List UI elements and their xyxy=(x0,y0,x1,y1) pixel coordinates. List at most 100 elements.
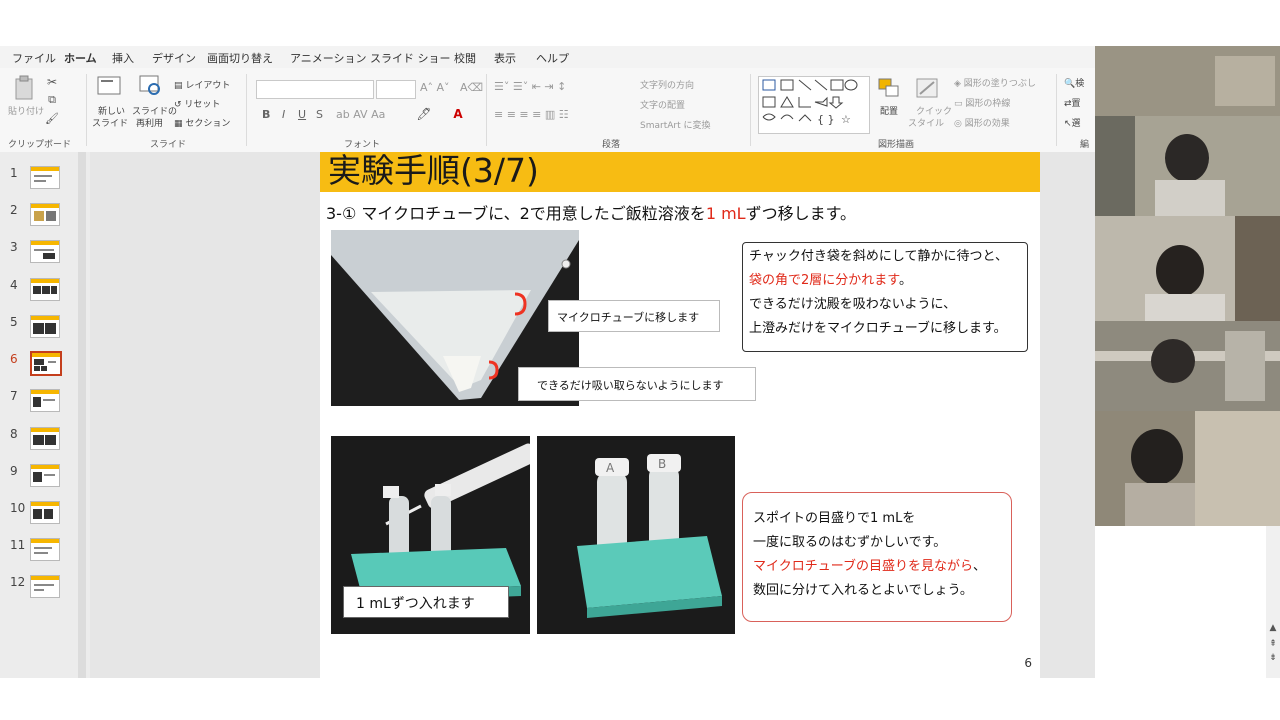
font-spacing-icon[interactable]: ab AV Aa xyxy=(336,108,385,121)
quick-styles-icon[interactable] xyxy=(914,76,940,100)
svg-text:{ }: { } xyxy=(817,113,835,126)
tab-transitions[interactable]: 画面切り替え xyxy=(207,50,273,66)
tab-design[interactable]: デザイン xyxy=(152,50,196,66)
tab-slideshow[interactable]: スライド ショー xyxy=(370,50,451,66)
copy-icon[interactable]: ⧉ xyxy=(44,92,60,108)
paste-icon[interactable] xyxy=(10,74,40,102)
tab-insert[interactable]: 挿入 xyxy=(112,50,134,66)
shape-outline-button[interactable]: ▭ 図形の枠線 xyxy=(954,96,1010,109)
thumbnail-scrollbar[interactable] xyxy=(78,152,86,678)
layout-button[interactable]: ▤ レイアウト xyxy=(174,78,230,91)
align-text-button[interactable]: 文字の配置 xyxy=(640,98,685,111)
participant-video[interactable] xyxy=(1095,411,1280,526)
font-name-select[interactable] xyxy=(256,80,374,99)
find-button[interactable]: 🔍検 xyxy=(1064,76,1084,89)
clear-format-icon[interactable]: A⌫ xyxy=(460,81,483,94)
tab-home[interactable]: ホーム xyxy=(64,50,97,70)
reuse-slides-label-2[interactable]: 再利用 xyxy=(136,116,163,129)
slide-thumbnail[interactable] xyxy=(30,501,60,524)
group-divider xyxy=(750,74,751,146)
reset-button[interactable]: ↺ リセット xyxy=(174,97,220,110)
cut-icon[interactable]: ✂ xyxy=(44,74,60,90)
slide-thumbnail[interactable] xyxy=(30,166,60,189)
highlight-icon[interactable]: 🖊 xyxy=(414,106,434,122)
replace-button[interactable]: ⇄置 xyxy=(1064,96,1081,109)
shape-fill-button[interactable]: ◈ 図形の塗りつぶし xyxy=(954,76,1036,89)
text-direction-button[interactable]: 文字列の方向 xyxy=(640,78,694,91)
italic-button[interactable]: I xyxy=(282,108,285,121)
heading-text: 3-① マイクロチューブに、2で用意したご飯粒溶液を xyxy=(326,204,706,223)
tab-help[interactable]: ヘルプ xyxy=(536,50,569,66)
arrange-icon[interactable] xyxy=(876,76,902,100)
note-punctuation: 。 xyxy=(898,273,912,288)
underline-button[interactable]: U xyxy=(298,108,306,121)
thumbnail-number: 9 xyxy=(10,464,18,478)
slide-thumbnail[interactable] xyxy=(30,427,60,450)
participant-video[interactable] xyxy=(1095,46,1280,116)
next-slide-icon[interactable]: ⇟ xyxy=(1266,652,1280,664)
shapes-gallery[interactable]: { } ☆ xyxy=(758,76,870,134)
reset-label: リセット xyxy=(184,100,221,110)
slide-thumbnail[interactable] xyxy=(30,278,60,301)
tab-view[interactable]: 表示 xyxy=(494,50,516,66)
drawing-group-label: 図形描画 xyxy=(878,140,915,150)
prev-slide-icon[interactable]: ⇞ xyxy=(1266,638,1280,650)
slide-thumbnail[interactable] xyxy=(30,315,60,338)
font-size-select[interactable] xyxy=(376,80,416,99)
note-emphasis: マイクロチューブの目盛りを見ながら xyxy=(753,559,973,574)
select-button[interactable]: ↖選 xyxy=(1064,116,1081,129)
layout-label: レイアウト xyxy=(185,81,231,91)
note-line: マイクロチューブの目盛りを見ながら、 xyxy=(753,555,1001,579)
editor-scrollbar[interactable]: ▲ ⇞ ⇟ xyxy=(1266,526,1280,678)
format-painter-icon[interactable]: 🖌 xyxy=(44,110,60,126)
bullets-icon[interactable]: ☰˅ ☰˅ ⇤ ⇥ ↕ xyxy=(494,80,566,93)
thumbnail-number: 5 xyxy=(10,315,18,329)
participant-video[interactable] xyxy=(1095,216,1280,321)
callout-upper-text: マイクロチューブに移します xyxy=(557,311,700,324)
scroll-up-icon[interactable]: ▲ xyxy=(1266,622,1280,634)
video-participant-strip xyxy=(1095,46,1280,526)
photo-caption-text: 1 mLずつ入れます xyxy=(356,596,475,612)
ribbon-tab-bar: ファイル ホーム 挿入 デザイン 画面切り替え アニメーション スライド ショー… xyxy=(0,46,1095,70)
slide-thumbnail[interactable] xyxy=(30,464,60,487)
tab-animations[interactable]: アニメーション xyxy=(290,50,367,66)
svg-text:A: A xyxy=(606,461,615,475)
quick-styles-label-2[interactable]: スタイル xyxy=(908,116,944,129)
grow-font-icon[interactable]: A˄ A˅ xyxy=(420,81,450,94)
strikethrough-button[interactable]: S xyxy=(316,108,323,121)
slide-thumbnail[interactable] xyxy=(30,575,60,598)
slide-thumbnail-selected[interactable] xyxy=(30,351,62,376)
paste-button[interactable]: 貼り付け xyxy=(8,104,44,117)
slide-thumbnail[interactable] xyxy=(30,538,60,561)
slide-thumbnail[interactable] xyxy=(30,203,60,226)
new-slide-icon[interactable] xyxy=(96,74,122,98)
bold-button[interactable]: B xyxy=(262,108,270,121)
note-line: できるだけ沈殿を吸わないように、 xyxy=(749,297,957,312)
participant-video[interactable] xyxy=(1095,116,1280,216)
slide-heading: 3-① マイクロチューブに、2で用意したご飯粒溶液を1 mLずつ移します。 xyxy=(326,200,856,224)
shape-effects-button[interactable]: ◎ 図形の効果 xyxy=(954,116,1010,129)
smartart-button[interactable]: SmartArt に変換 xyxy=(640,118,710,131)
font-color-icon[interactable]: A xyxy=(448,106,468,122)
slide-canvas[interactable]: 実験手順(3/7) 3-① マイクロチューブに、2で用意したご飯粒溶液を1 mL… xyxy=(320,152,1040,678)
slide-thumbnail-pane: 1 2 3 4 5 6 7 8 9 10 11 12 xyxy=(0,152,90,678)
reuse-slides-icon[interactable] xyxy=(138,74,164,98)
note-line: 上澄みだけをマイクロチューブに移します。 xyxy=(749,321,1007,336)
tab-review[interactable]: 校閲 xyxy=(454,50,476,66)
group-divider xyxy=(86,74,87,146)
thumbnail-number: 6 xyxy=(10,352,18,366)
align-icons[interactable]: ≡ ≡ ≡ ≡ ▥ ☷ xyxy=(494,108,569,121)
section-label: セクション xyxy=(185,119,231,129)
slide-thumbnail[interactable] xyxy=(30,240,60,263)
new-slide-label-2[interactable]: スライド xyxy=(92,116,128,129)
shape-fill-label: 図形の塗りつぶし xyxy=(963,79,1036,89)
shape-outline-label: 図形の枠線 xyxy=(965,99,1011,109)
group-divider xyxy=(1056,74,1057,146)
clipboard-group-label: クリップボード xyxy=(8,140,72,150)
slide-thumbnail[interactable] xyxy=(30,389,60,412)
select-label: 選 xyxy=(1071,119,1081,129)
arrange-label[interactable]: 配置 xyxy=(880,104,898,117)
section-button[interactable]: ▦ セクション xyxy=(174,116,230,129)
tab-file[interactable]: ファイル xyxy=(12,50,56,66)
participant-video[interactable] xyxy=(1095,321,1280,411)
